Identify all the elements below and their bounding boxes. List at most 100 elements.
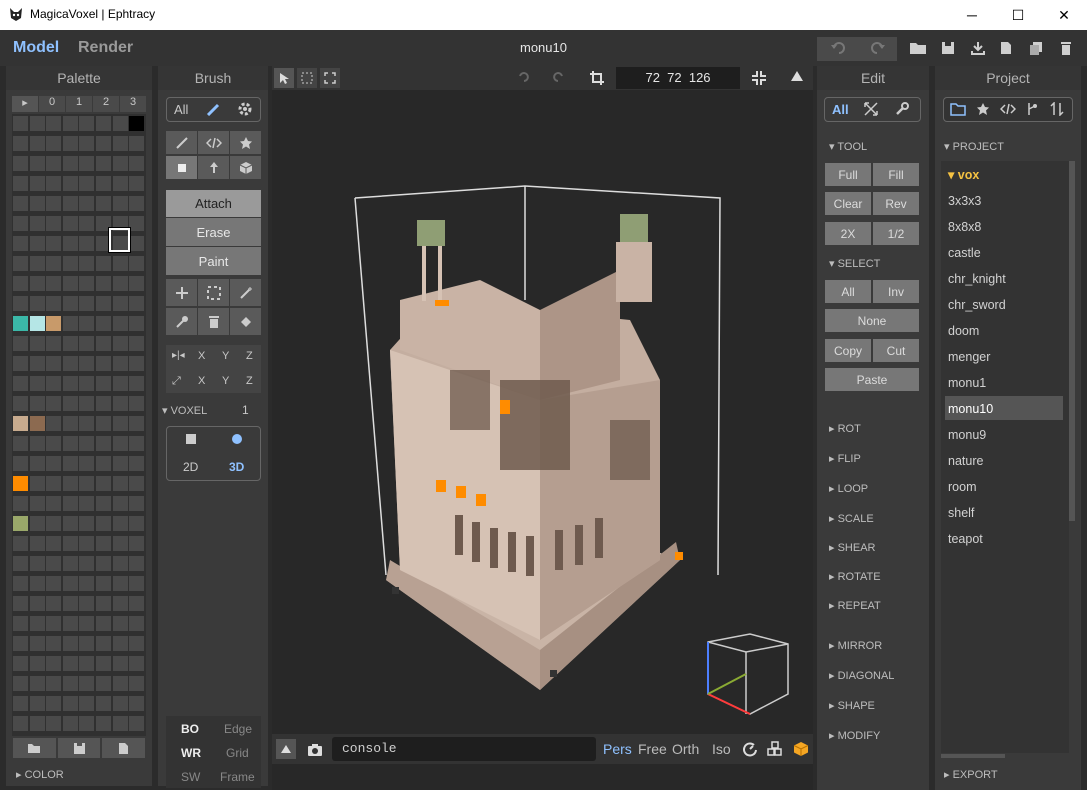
project-file-item[interactable]: monu10 [948,402,993,416]
palette-swatch[interactable] [112,256,128,271]
mirror-x[interactable]: X [198,350,205,362]
palette-swatch[interactable] [79,616,95,631]
palette-swatch[interactable] [13,676,28,691]
palette-swatch[interactable] [96,436,111,451]
mirror-z[interactable]: Z [246,350,253,362]
select-none-button[interactable]: None [825,309,919,332]
palette-swatch[interactable] [129,456,145,471]
palette-swatch[interactable] [62,296,78,311]
palette-swatch[interactable] [96,336,111,351]
palette-grid[interactable] [12,114,146,736]
edit-expand-icon[interactable] [864,102,878,116]
mirror-section[interactable]: ▸ MIRROR [829,639,882,652]
palette-swatch[interactable] [79,596,95,611]
project-star-icon[interactable] [976,102,990,116]
palette-swatch[interactable] [13,576,28,591]
palette-swatch[interactable] [79,576,95,591]
palette-swatch[interactable] [29,396,45,411]
axis-scale-icon[interactable]: ⤢ [172,375,181,388]
palette-swatch[interactable] [62,256,78,271]
project-file-item[interactable]: chr_sword [948,298,1006,312]
trash-tool-icon[interactable] [198,308,229,335]
palette-swatch[interactable] [112,456,128,471]
view-pers[interactable]: Pers [603,741,632,757]
palette-swatch[interactable] [46,136,62,151]
palette-swatch[interactable] [112,316,128,331]
palette-swatch[interactable] [62,176,78,191]
view-orth[interactable]: Orth [672,741,699,757]
palette-swatch[interactable] [62,556,78,571]
palette-swatch[interactable] [62,656,78,671]
face-brush-icon[interactable] [198,156,229,179]
palette-swatch[interactable] [29,596,45,611]
palette-swatch[interactable] [79,296,95,311]
palette-swatch[interactable] [62,596,78,611]
palette-swatch[interactable] [46,556,62,571]
palette-swatch[interactable] [62,116,78,131]
palette-swatch[interactable] [29,316,45,331]
select-tool-icon[interactable] [198,279,229,306]
palette-swatch[interactable] [29,656,45,671]
palette-swatch[interactable] [62,216,78,231]
palette-swatch[interactable] [13,136,28,151]
palette-swatch[interactable] [13,236,28,251]
palette-swatch[interactable] [79,176,95,191]
palette-swatch[interactable] [79,436,95,451]
model-dimensions[interactable]: 72 72 126 [616,67,740,89]
maximize-button[interactable]: ☐ [995,0,1041,30]
palette-swatch[interactable] [62,476,78,491]
palette-swatch[interactable] [46,356,62,371]
project-file-item[interactable]: monu1 [948,376,986,390]
paint-mode-button[interactable]: Paint [166,247,261,275]
palette-swatch[interactable] [129,676,145,691]
palette-swatch[interactable] [62,376,78,391]
palette-swatch[interactable] [112,136,128,151]
palette-swatch[interactable] [29,696,45,711]
palette-swatch[interactable] [46,396,62,411]
palette-swatch[interactable] [112,296,128,311]
palette-swatch[interactable] [112,116,128,131]
palette-swatch[interactable] [96,156,111,171]
palette-swatch[interactable] [29,676,45,691]
palette-swatch[interactable] [29,256,45,271]
palette-swatch[interactable] [79,696,95,711]
console-toggle-icon[interactable] [276,739,296,759]
palette-swatch[interactable] [29,636,45,651]
palette-swatch[interactable] [46,436,62,451]
palette-swatch[interactable] [79,636,95,651]
palette-swatch[interactable] [129,536,145,551]
palette-swatch[interactable] [112,716,128,731]
palette-swatch[interactable] [29,716,45,731]
palette-swatch[interactable] [46,676,62,691]
palette-swatch[interactable] [29,436,45,451]
crop-icon[interactable] [589,70,605,86]
viewport-undo-icon[interactable] [516,70,530,84]
palette-swatch[interactable] [112,356,128,371]
edit-all-filter[interactable]: All [832,102,849,117]
palette-swatch[interactable] [96,416,111,431]
palette-swatch[interactable] [112,696,128,711]
palette-swatch[interactable] [112,336,128,351]
orange-cube-icon[interactable] [793,741,809,757]
palette-swatch[interactable] [79,256,95,271]
project-file-item[interactable]: room [948,480,976,494]
palette-swatch[interactable] [62,616,78,631]
square-2d-icon[interactable] [186,434,196,444]
palette-swatch[interactable] [79,236,95,251]
palette-swatch[interactable] [13,396,28,411]
palette-swatch[interactable] [62,676,78,691]
voxel-model[interactable] [340,180,740,700]
palette-swatch[interactable] [79,136,95,151]
palette-swatch[interactable] [129,656,145,671]
palette-swatch[interactable] [96,476,111,491]
palette-swatch[interactable] [112,156,128,171]
paste-button[interactable]: Paste [825,368,919,391]
layout-icon[interactable] [767,741,783,757]
palette-swatch[interactable] [29,476,45,491]
palette-swatch[interactable] [13,636,28,651]
palette-swatch[interactable] [129,196,145,211]
palette-swatch[interactable] [112,676,128,691]
palette-swatch[interactable] [129,476,145,491]
palette-swatch[interactable] [129,376,145,391]
cut-button[interactable]: Cut [873,339,919,362]
